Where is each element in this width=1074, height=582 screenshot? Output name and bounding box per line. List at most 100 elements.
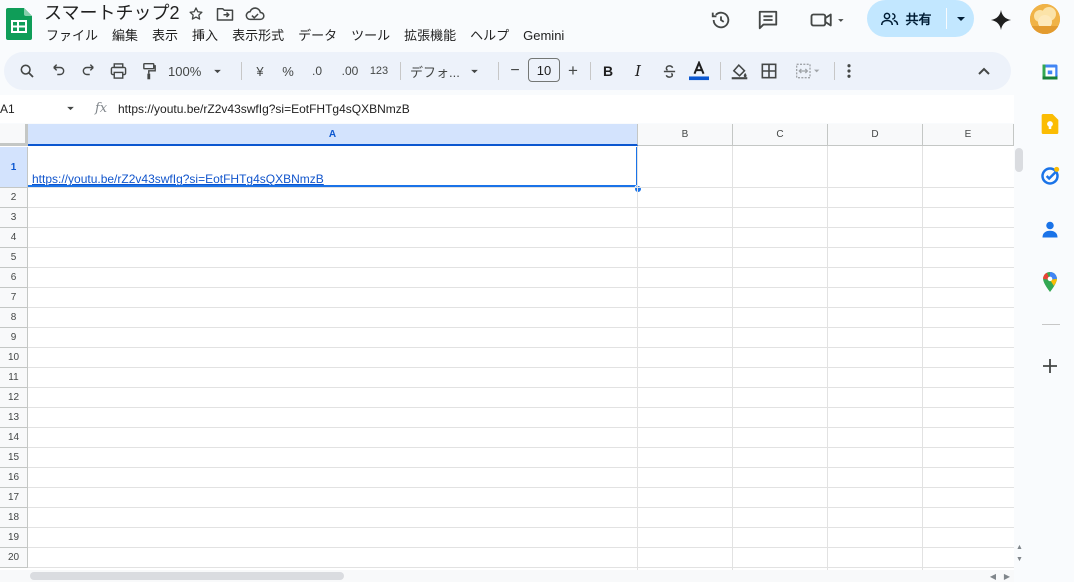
people-icon [881,12,899,25]
row-header-6[interactable]: 6 [0,268,28,288]
row-header-12[interactable]: 12 [0,388,28,408]
row-header-5[interactable]: 5 [0,248,28,268]
borders-icon[interactable] [758,59,780,83]
font-size-input[interactable]: 10 [528,58,560,82]
row-header-17[interactable]: 17 [0,488,28,508]
row-header-16[interactable]: 16 [0,468,28,488]
text-color-icon[interactable] [687,59,711,83]
row-header-10[interactable]: 10 [0,348,28,368]
scroll-down-icon[interactable]: ▼ [1016,556,1023,563]
row-header-3[interactable]: 3 [0,208,28,228]
toolbar: 100% ¥ % .0 .00 123 デフォ... − 10 + B I [4,52,1011,90]
calendar-icon[interactable] [1040,62,1060,82]
strikethrough-icon[interactable] [658,59,680,83]
cloud-saved-icon[interactable] [245,4,265,24]
menu-view[interactable]: 表示 [146,26,186,46]
collapse-menus-icon[interactable] [975,59,993,83]
menu-extensions[interactable]: 拡張機能 [398,26,464,46]
formula-input[interactable]: https://youtu.be/rZ2v43swfIg?si=EotFHTg4… [118,95,410,123]
zoom-value: 100% [168,63,202,79]
column-header-c[interactable]: C [733,124,828,146]
row-header-1[interactable]: 1 [0,147,28,188]
menu-file[interactable]: ファイル [40,26,106,46]
row-header-19[interactable]: 19 [0,528,28,548]
contacts-icon[interactable] [1040,220,1060,240]
print-icon[interactable] [107,59,129,83]
select-all-corner[interactable] [0,124,28,146]
name-box[interactable]: A1 [0,95,80,123]
column-header-e[interactable]: E [923,124,1014,146]
add-addon-icon[interactable] [1040,356,1060,376]
tasks-icon[interactable] [1040,166,1060,186]
search-menus-icon[interactable] [16,59,38,83]
menu-edit[interactable]: 編集 [106,26,146,46]
meet-video-icon[interactable] [806,8,850,32]
move-folder-icon[interactable] [215,4,235,24]
row-header-15[interactable]: 15 [0,448,28,468]
row-header-9[interactable]: 9 [0,328,28,348]
row-header-11[interactable]: 11 [0,368,28,388]
increase-font-size-button[interactable]: + [564,59,582,83]
document-title[interactable]: スマートチップ2 [44,2,179,24]
menu-gemini[interactable]: Gemini [517,26,572,46]
more-formats-button[interactable]: 123 [368,59,390,83]
zoom-select[interactable]: 100% [168,59,232,83]
sheets-logo-icon[interactable] [6,8,32,40]
vertical-scroll-arrows: ▲ ▼ [1014,540,1026,570]
row-header-13[interactable]: 13 [0,408,28,428]
bold-button[interactable]: B [599,59,617,83]
spreadsheet-grid[interactable]: A B C D E 1 2 3 4 5 6 7 8 9 10 11 12 13 14 15 16 17 18 19 2… [0,124,1014,570]
menu-tools[interactable]: ツール [345,26,398,46]
font-family-select[interactable]: デフォ... [410,59,490,83]
menu-format[interactable]: 表示形式 [226,26,292,46]
column-header-a[interactable]: A [28,124,638,146]
row-header-7[interactable]: 7 [0,288,28,308]
menu-insert[interactable]: 挿入 [186,26,226,46]
decrease-decimal-button[interactable]: .0 [306,59,328,83]
fill-color-icon[interactable] [728,59,750,83]
column-header-d[interactable]: D [828,124,923,146]
column-header-b[interactable]: B [638,124,733,146]
scroll-up-icon[interactable]: ▲ [1016,544,1023,551]
scroll-left-icon[interactable]: ◀ [986,570,1000,582]
currency-format-button[interactable]: ¥ [251,59,269,83]
row-gridline [28,267,1014,268]
horizontal-scrollbar-thumb[interactable] [30,572,344,580]
column-gridline [922,146,923,570]
increase-decimal-button[interactable]: .00 [337,59,363,83]
paint-format-icon[interactable] [138,59,160,83]
menu-help[interactable]: ヘルプ [464,26,517,46]
vertical-scrollbar-thumb[interactable] [1015,148,1023,172]
row-header-20[interactable]: 20 [0,548,28,568]
row-header-18[interactable]: 18 [0,508,28,528]
column-header-row: A B C D E [0,124,1014,146]
toolbar-divider [241,62,242,80]
undo-icon[interactable] [48,59,70,83]
cell-a1-link[interactable]: https://youtu.be/rZ2v43swfIg?si=EotFHTg4… [32,172,324,186]
row-header-2[interactable]: 2 [0,188,28,208]
row-gridline [28,227,1014,228]
row-header-4[interactable]: 4 [0,228,28,248]
row-header-14[interactable]: 14 [0,428,28,448]
version-history-icon[interactable] [709,8,733,32]
row-gridline [28,447,1014,448]
star-icon[interactable] [186,4,206,24]
row-header-8[interactable]: 8 [0,308,28,328]
gemini-sparkle-icon[interactable] [989,8,1013,32]
toolbar-divider [498,62,499,80]
maps-icon[interactable] [1040,272,1060,292]
redo-icon[interactable] [77,59,99,83]
column-gridline [827,146,828,570]
account-avatar[interactable] [1030,4,1060,34]
more-options-icon[interactable] [840,59,858,83]
share-button[interactable]: 共有 [867,0,946,37]
decrease-font-size-button[interactable]: − [506,59,524,83]
italic-button[interactable]: I [629,59,647,83]
menu-data[interactable]: データ [292,26,345,46]
comments-icon[interactable] [756,8,780,32]
merge-cells-icon[interactable] [788,59,828,83]
scroll-right-icon[interactable]: ▶ [1000,570,1014,582]
keep-icon[interactable] [1040,114,1060,134]
share-dropdown-button[interactable] [947,0,974,37]
percent-format-button[interactable]: % [279,59,297,83]
